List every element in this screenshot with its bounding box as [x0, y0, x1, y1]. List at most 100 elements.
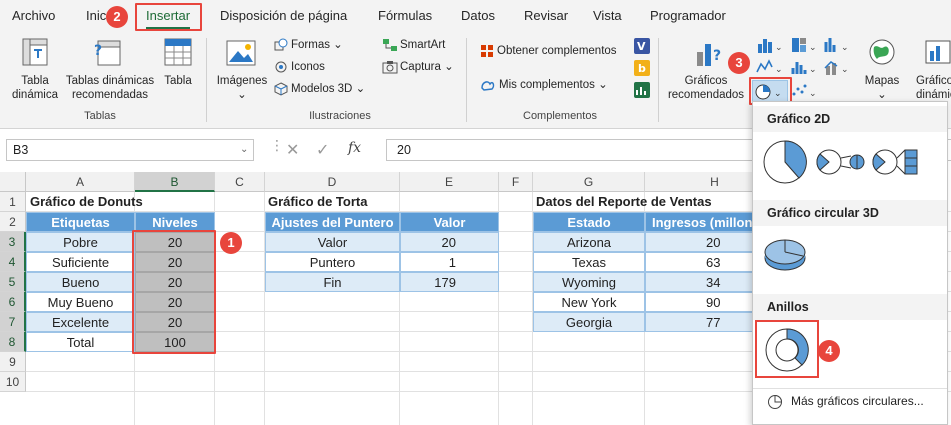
globe-icon[interactable] — [868, 38, 896, 66]
tab-datos[interactable]: Datos — [461, 8, 495, 23]
recommended-charts-icon[interactable]: ? — [694, 38, 724, 68]
table-cell[interactable]: 77 — [645, 312, 753, 332]
table-cell[interactable]: Valor — [265, 232, 400, 252]
icons-button[interactable]: Iconos — [291, 60, 325, 74]
table-cell[interactable]: 20 — [645, 232, 753, 252]
table-cell[interactable]: Bueno — [26, 272, 135, 292]
column-header-e[interactable]: E — [400, 172, 499, 192]
recommended-pivot-icon[interactable]: ? — [94, 38, 122, 66]
chevron-down-icon[interactable]: ⌄ — [234, 88, 250, 102]
enter-icon[interactable]: ✓ — [316, 140, 329, 160]
row-header-10[interactable]: 10 — [0, 372, 26, 392]
pie-chart-option[interactable] — [761, 138, 809, 186]
table-cell[interactable]: New York — [533, 292, 645, 312]
sales-header-revenue[interactable]: Ingresos (millon — [645, 212, 753, 232]
row-header-4[interactable]: 4 — [0, 252, 26, 272]
donut-header-levels[interactable]: Niveles — [135, 212, 215, 232]
hierarchy-chart-icon[interactable]: ⌄ — [790, 36, 820, 54]
image-icon[interactable] — [226, 40, 256, 66]
tab-formulas[interactable]: Fórmulas — [378, 8, 432, 23]
row-header-6[interactable]: 6 — [0, 292, 26, 312]
pie-header-value[interactable]: Valor — [400, 212, 499, 232]
column-header-c[interactable]: C — [215, 172, 265, 192]
table-cell[interactable]: Suficiente — [26, 252, 135, 272]
column-chart-icon[interactable]: ⌄ — [756, 36, 786, 54]
maps-button[interactable]: Mapas — [858, 74, 906, 88]
table-cell[interactable]: 1 — [400, 252, 499, 272]
table-cell[interactable]: Georgia — [533, 312, 645, 332]
get-addins-button[interactable]: Obtener complementos — [497, 44, 617, 58]
table-button[interactable]: Tabla — [158, 74, 198, 88]
donut-table-title[interactable]: Gráfico de Donuts — [30, 192, 210, 212]
column-header-b[interactable]: B — [135, 172, 215, 192]
row-header-1[interactable]: 1 — [0, 192, 26, 212]
combo-chart-icon[interactable]: ⌄ — [824, 58, 854, 76]
table-cell[interactable]: Total — [26, 332, 135, 352]
table-cell[interactable]: Wyoming — [533, 272, 645, 292]
row-header-5[interactable]: 5 — [0, 272, 26, 292]
tab-disposicion[interactable]: Disposición de página — [220, 8, 347, 23]
table-cell[interactable]: Fin — [265, 272, 400, 292]
table-icon[interactable] — [164, 38, 192, 66]
more-pie-charts-link[interactable]: Más gráficos circulares... — [791, 394, 924, 408]
table-cell[interactable]: Texas — [533, 252, 645, 272]
my-addins-button[interactable]: Mis complementos ⌄ — [499, 78, 608, 92]
scatter-chart-icon[interactable]: ⌄ — [790, 82, 820, 100]
table-cell[interactable]: 179 — [400, 272, 499, 292]
tab-revisar[interactable]: Revisar — [524, 8, 568, 23]
waterfall-chart-icon[interactable]: ⌄ — [824, 36, 854, 54]
pivot-chart-button[interactable]: Gráficodinámico — [916, 74, 951, 102]
name-box[interactable]: B3 — [6, 139, 254, 161]
row-header-2[interactable]: 2 — [0, 212, 26, 232]
table-cell[interactable]: 34 — [645, 272, 753, 292]
table-cell[interactable]: Muy Bueno — [26, 292, 135, 312]
visio-icon[interactable]: V — [634, 38, 650, 54]
chevron-down-icon[interactable]: ⌄ — [240, 144, 248, 155]
table-cell[interactable]: 20 — [400, 232, 499, 252]
table-cell[interactable]: Pobre — [26, 232, 135, 252]
pivot-table-button[interactable]: Tabla dinámica — [6, 74, 64, 102]
chevron-down-icon[interactable]: ⌄ — [874, 88, 890, 102]
smartart-button[interactable]: SmartArt — [400, 38, 445, 52]
pie-of-pie-option[interactable] — [815, 144, 867, 180]
3d-pie-option[interactable] — [761, 232, 811, 276]
cancel-icon[interactable]: ✕ — [286, 140, 299, 160]
images-button[interactable]: Imágenes — [212, 74, 272, 88]
select-all-corner[interactable] — [0, 172, 26, 192]
column-header-g[interactable]: G — [533, 172, 645, 192]
tab-vista[interactable]: Vista — [593, 8, 622, 23]
table-cell[interactable]: Arizona — [533, 232, 645, 252]
donut-header-labels[interactable]: Etiquetas — [26, 212, 135, 232]
table-cell[interactable]: 90 — [645, 292, 753, 312]
row-header-7[interactable]: 7 — [0, 312, 26, 332]
people-graph-icon[interactable] — [634, 82, 650, 98]
sales-header-state[interactable]: Estado — [533, 212, 645, 232]
insert-function-icon[interactable]: fx — [348, 140, 361, 156]
3d-models-button[interactable]: Modelos 3D ⌄ — [291, 82, 365, 96]
tab-inicio[interactable]: Inic — [86, 8, 106, 23]
column-header-d[interactable]: D — [265, 172, 400, 192]
pivot-chart-icon[interactable] — [924, 38, 951, 66]
table-cell[interactable]: 63 — [645, 252, 753, 272]
recommended-charts-button[interactable]: Gráficos recomendados — [666, 74, 746, 102]
row-header-3[interactable]: 3 — [0, 232, 26, 252]
screenshot-button[interactable]: Captura ⌄ — [400, 60, 454, 74]
sales-table-title[interactable]: Datos del Reporte de Ventas — [536, 192, 750, 212]
pivot-table-icon[interactable] — [22, 38, 48, 66]
table-cell[interactable]: Excelente — [26, 312, 135, 332]
row-header-9[interactable]: 9 — [0, 352, 26, 372]
column-header-f[interactable]: F — [499, 172, 533, 192]
column-header-a[interactable]: A — [26, 172, 135, 192]
statistic-chart-icon[interactable]: ⌄ — [790, 58, 820, 76]
bing-icon[interactable]: b — [634, 60, 650, 76]
bar-of-pie-option[interactable] — [871, 144, 923, 180]
pie-header-settings[interactable]: Ajustes del Puntero — [265, 212, 400, 232]
table-cell[interactable]: Puntero — [265, 252, 400, 272]
tab-programador[interactable]: Programador — [650, 8, 726, 23]
pie-table-title[interactable]: Gráfico de Torta — [268, 192, 468, 212]
tab-archivo[interactable]: Archivo — [12, 8, 55, 23]
shapes-button[interactable]: Formas ⌄ — [291, 38, 343, 52]
row-header-8[interactable]: 8 — [0, 332, 26, 352]
recommended-pivot-button[interactable]: Tablas dinámicas recomendadas — [64, 74, 156, 102]
line-chart-icon[interactable]: ⌄ — [756, 58, 786, 76]
